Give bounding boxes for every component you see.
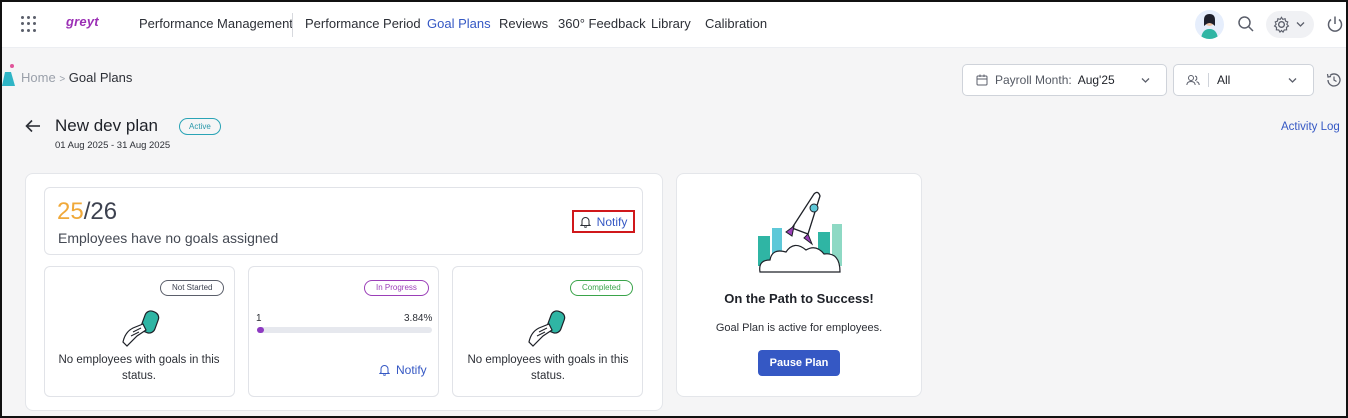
nav-performance-period[interactable]: Performance Period bbox=[305, 16, 421, 31]
nav-library[interactable]: Library bbox=[651, 16, 691, 31]
total-count: /26 bbox=[83, 198, 118, 225]
nav-360-feedback[interactable]: 360° Feedback bbox=[558, 16, 646, 31]
app-grid-icon[interactable] bbox=[21, 16, 37, 32]
nav-goal-plans[interactable]: Goal Plans bbox=[427, 16, 491, 31]
gear-icon bbox=[1273, 16, 1290, 34]
completed-empty-text: No employees with goals in this status. bbox=[467, 354, 629, 382]
in-progress-percent: 3.84% bbox=[404, 313, 433, 324]
not-started-badge: Not Started bbox=[160, 280, 225, 296]
flask-decoration-icon bbox=[2, 64, 15, 86]
top-navigation-bar: greyt Performance Management Performance… bbox=[2, 2, 1346, 48]
rocket-illustration bbox=[758, 191, 842, 273]
search-icon[interactable] bbox=[1236, 14, 1256, 34]
in-progress-badge: In Progress bbox=[364, 280, 429, 296]
notify-button-label: Notify bbox=[596, 214, 628, 229]
in-progress-bar-fill bbox=[257, 327, 264, 333]
nav-calibration[interactable]: Calibration bbox=[705, 16, 767, 31]
payroll-month-select[interactable]: Payroll Month: Aug'25 bbox=[962, 64, 1167, 96]
user-avatar[interactable] bbox=[1195, 10, 1224, 39]
breadcrumb-separator: > bbox=[59, 74, 66, 85]
breadcrumb-home[interactable]: Home bbox=[21, 70, 56, 85]
breadcrumb-current: Goal Plans bbox=[68, 70, 133, 85]
chevron-down-icon bbox=[1141, 78, 1150, 83]
success-subtitle: Goal Plan is active for employees. bbox=[715, 322, 883, 334]
success-title: On the Path to Success! bbox=[724, 291, 874, 306]
in-progress-notify-label: Notify bbox=[396, 363, 427, 377]
settings-menu[interactable] bbox=[1266, 11, 1314, 38]
in-progress-notify-button[interactable]: Notify bbox=[379, 363, 427, 377]
chevron-down-icon bbox=[1288, 78, 1297, 83]
unassigned-count: 25/26 bbox=[57, 198, 117, 226]
summary-text: Employees have no goals assigned bbox=[58, 230, 279, 246]
power-icon[interactable] bbox=[1325, 14, 1345, 34]
back-arrow-icon[interactable] bbox=[24, 117, 42, 135]
history-icon[interactable] bbox=[1325, 71, 1343, 89]
greyt-logo[interactable]: greyt bbox=[66, 14, 99, 29]
in-progress-count: 1 bbox=[256, 313, 262, 324]
page-title: New dev plan bbox=[55, 116, 159, 135]
completed-badge: Completed bbox=[570, 280, 633, 296]
nav-reviews[interactable]: Reviews bbox=[499, 16, 548, 31]
nav-divider bbox=[292, 13, 293, 37]
not-started-empty-text: No employees with goals in this status. bbox=[58, 354, 220, 382]
notify-button[interactable]: Notify bbox=[572, 210, 635, 233]
employee-group-select[interactable]: All bbox=[1173, 64, 1314, 96]
activity-log-link[interactable]: Activity Log bbox=[1281, 121, 1340, 133]
users-icon bbox=[1186, 75, 1200, 86]
breadcrumb: Home > Goal Plans bbox=[21, 70, 132, 85]
empty-state-illustration bbox=[122, 310, 160, 347]
pause-plan-button[interactable]: Pause Plan bbox=[758, 350, 840, 376]
bell-icon bbox=[379, 365, 390, 376]
payroll-month-label: Payroll Month: bbox=[995, 73, 1072, 87]
employee-group-value: All bbox=[1217, 73, 1231, 87]
unassigned-count-number: 25 bbox=[57, 198, 84, 225]
payroll-month-value: Aug'25 bbox=[1077, 73, 1115, 87]
in-progress-bar bbox=[257, 327, 432, 333]
empty-state-illustration bbox=[528, 310, 566, 347]
calendar-icon bbox=[976, 74, 988, 86]
status-badge: Active bbox=[179, 118, 221, 135]
app-title: Performance Management bbox=[139, 16, 293, 31]
chevron-down-icon bbox=[1296, 22, 1305, 27]
plan-date-range: 01 Aug 2025 - 31 Aug 2025 bbox=[55, 140, 171, 151]
bell-icon bbox=[579, 216, 591, 228]
